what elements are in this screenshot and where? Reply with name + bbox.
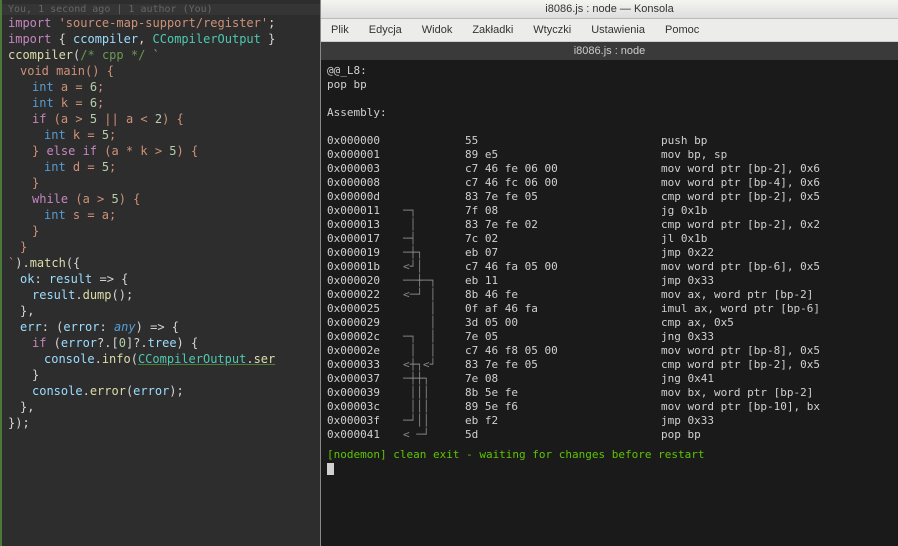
terminal-tab[interactable]: i8086.js : node	[321, 42, 898, 60]
code-line[interactable]: err: (error: any) => {	[2, 319, 320, 335]
window-titlebar[interactable]: i8086.js : node — Konsola	[321, 0, 898, 19]
menu-item-edycja[interactable]: Edycja	[359, 21, 412, 39]
menu-item-widok[interactable]: Widok	[412, 21, 463, 39]
terminal-line	[327, 120, 892, 134]
terminal-line: @@_L8:	[327, 64, 892, 78]
menu-item-pomoc[interactable]: Pomoc	[655, 21, 709, 39]
code-line[interactable]: console.info(CCompilerOutput.ser	[2, 351, 320, 367]
terminal-line	[327, 92, 892, 106]
code-editor[interactable]: You, 1 second ago | 1 author (You) impor…	[0, 0, 320, 546]
code-line[interactable]: void main() {	[2, 63, 320, 79]
code-line[interactable]: `).match({	[2, 255, 320, 271]
asm-row: 0x000011─┐7f 08jg 0x1b	[327, 204, 892, 218]
asm-row: 0x00001b<┘│c7 46 fa 05 00mov word ptr [b…	[327, 260, 892, 274]
asm-row: 0x000008c7 46 fc 06 00mov word ptr [bp-4…	[327, 176, 892, 190]
nodemon-status: [nodemon] clean exit - waiting for chang…	[327, 448, 892, 462]
menu-item-plik[interactable]: Plik	[321, 21, 359, 39]
asm-row: 0x000025 │0f af 46 faimul ax, word ptr […	[327, 302, 892, 316]
code-line[interactable]: }	[2, 175, 320, 191]
asm-row: 0x00000d83 7e fe 05cmp word ptr [bp-2], …	[327, 190, 892, 204]
code-line[interactable]: },	[2, 399, 320, 415]
asm-row: 0x00000189 e5mov bp, sp	[327, 148, 892, 162]
code-line[interactable]: import { ccompiler, CCompilerOutput }	[2, 31, 320, 47]
asm-row: 0x000033<┼┐<┘83 7e fe 05cmp word ptr [bp…	[327, 358, 892, 372]
asm-row: 0x00003f─┘││eb f2jmp 0x33	[327, 414, 892, 428]
code-line[interactable]: int k = 6;	[2, 95, 320, 111]
code-line[interactable]: int a = 6;	[2, 79, 320, 95]
asm-row: 0x000003c7 46 fe 06 00mov word ptr [bp-2…	[327, 162, 892, 176]
code-line[interactable]: },	[2, 303, 320, 319]
asm-row: 0x000013 │83 7e fe 02cmp word ptr [bp-2]…	[327, 218, 892, 232]
asm-row: 0x00003c │││89 5e f6mov word ptr [bp-10]…	[327, 400, 892, 414]
asm-row: 0x000022<─┘ │8b 46 femov ax, word ptr [b…	[327, 288, 892, 302]
asm-row: 0x00002e │ │c7 46 f8 05 00mov word ptr […	[327, 344, 892, 358]
asm-row: 0x000020──┼─┐eb 11jmp 0x33	[327, 274, 892, 288]
code-line[interactable]: int k = 5;	[2, 127, 320, 143]
asm-row: 0x000017─┤7c 02jl 0x1b	[327, 232, 892, 246]
terminal-line: Assembly:	[327, 106, 892, 120]
menubar[interactable]: PlikEdycjaWidokZakładkiWtyczkiUstawienia…	[321, 19, 898, 42]
code-line[interactable]: result.dump();	[2, 287, 320, 303]
asm-row: 0x000029 │3d 05 00cmp ax, 0x5	[327, 316, 892, 330]
code-line[interactable]: int s = a;	[2, 207, 320, 223]
code-line[interactable]: }	[2, 367, 320, 383]
code-line[interactable]: } else if (a * k > 5) {	[2, 143, 320, 159]
asm-row: 0x000041< ─┘5dpop bp	[327, 428, 892, 442]
code-line[interactable]: import 'source-map-support/register';	[2, 15, 320, 31]
menu-item-zakładki[interactable]: Zakładki	[462, 21, 523, 39]
terminal-output[interactable]: @@_L8:pop bp Assembly: 0x00000055push bp…	[321, 60, 898, 546]
code-line[interactable]: });	[2, 415, 320, 431]
asm-row: 0x000039 │││8b 5e femov bx, word ptr [bp…	[327, 386, 892, 400]
code-line[interactable]: console.error(error);	[2, 383, 320, 399]
terminal-window: i8086.js : node — Konsola PlikEdycjaWido…	[320, 0, 898, 546]
code-line[interactable]: ok: result => {	[2, 271, 320, 287]
asm-row: 0x00000055push bp	[327, 134, 892, 148]
menu-item-ustawienia[interactable]: Ustawienia	[581, 21, 655, 39]
git-blame-annotation: You, 1 second ago | 1 author (You)	[2, 4, 320, 15]
code-line[interactable]: }	[2, 223, 320, 239]
asm-row: 0x000019─┼┐eb 07jmp 0x22	[327, 246, 892, 260]
code-line[interactable]: if (error?.[0]?.tree) {	[2, 335, 320, 351]
code-line[interactable]: ccompiler(/* cpp */ `	[2, 47, 320, 63]
code-line[interactable]: while (a > 5) {	[2, 191, 320, 207]
asm-row: 0x000037─┼┼┐7e 08jng 0x41	[327, 372, 892, 386]
code-line[interactable]: int d = 5;	[2, 159, 320, 175]
menu-item-wtyczki[interactable]: Wtyczki	[523, 21, 581, 39]
asm-row: 0x00002c─┐ │7e 05jng 0x33	[327, 330, 892, 344]
terminal-line: pop bp	[327, 78, 892, 92]
code-line[interactable]: }	[2, 239, 320, 255]
code-line[interactable]: if (a > 5 || a < 2) {	[2, 111, 320, 127]
terminal-cursor	[327, 463, 334, 475]
code-body[interactable]: import 'source-map-support/register';imp…	[2, 15, 320, 431]
